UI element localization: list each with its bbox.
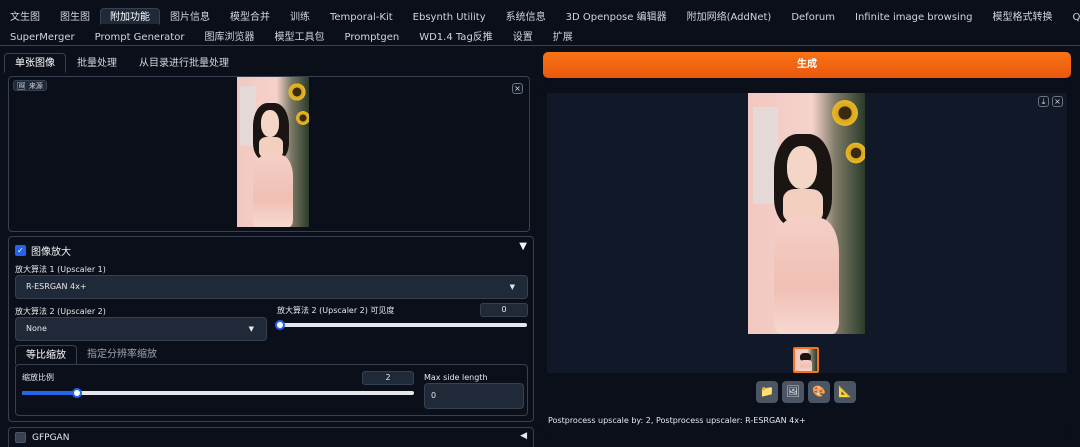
tab-main-6[interactable]: Temporal-Kit <box>320 8 403 25</box>
postprocess-info-text: Postprocess upscale by: 2, Postprocess u… <box>548 416 806 425</box>
output-panel: ⤓ × 📁 🖼 🎨 📐 Postprocess upscale by: 2, P… <box>543 87 1071 433</box>
output-gallery: ⤓ × <box>547 93 1067 373</box>
tab-main-5[interactable]: 训练 <box>280 8 320 25</box>
extras-input-panel: 单张图像 批量处理 从目录进行批量处理 🖼 来源 × ✓ 图像放大 ▼ 放大算法… <box>4 50 534 447</box>
tab-ext-3[interactable]: 模型工具包 <box>264 28 334 45</box>
palette-icon[interactable]: 🎨 <box>808 381 830 403</box>
upscaler2-value: None <box>26 324 47 333</box>
upscaler2-select[interactable]: None ▼ <box>15 317 267 341</box>
clear-source-button[interactable]: × <box>512 83 523 94</box>
folder-icon[interactable]: 📁 <box>756 381 778 403</box>
max-side-length-input[interactable]: 0 <box>424 383 524 409</box>
image-mode-tabs: 单张图像 批量处理 从目录进行批量处理 <box>4 53 240 73</box>
resize-mode-tabs: 等比缩放 指定分辨率缩放 <box>15 345 167 365</box>
tab-main-10[interactable]: 附加网络(AddNet) <box>677 8 782 25</box>
tab-scale-to[interactable]: 指定分辨率缩放 <box>77 345 167 365</box>
slider-handle[interactable] <box>275 320 285 330</box>
visibility-number-input[interactable]: 0 <box>480 303 528 317</box>
tab-ext-0[interactable]: SuperMerger <box>0 28 85 45</box>
tab-main-2[interactable]: 附加功能 <box>100 8 160 25</box>
tab-ext-7[interactable]: 扩展 <box>543 28 583 45</box>
source-image-panel[interactable]: 🖼 来源 × <box>8 76 530 232</box>
tab-main-13[interactable]: 模型格式转换 <box>983 8 1063 25</box>
tab-batch-from-directory[interactable]: 从目录进行批量处理 <box>128 53 240 73</box>
scale-label: 缩放比例 <box>22 373 54 382</box>
tab-main-9[interactable]: 3D Openpose 编辑器 <box>556 8 677 25</box>
tab-main-0[interactable]: 文生图 <box>0 8 50 25</box>
visibility-label: 放大算法 2 (Upscaler 2) 可见度 <box>277 306 395 315</box>
upscaler1-label: 放大算法 1 (Upscaler 1) <box>15 265 106 274</box>
source-label: 来源 <box>28 81 43 90</box>
top-tab-bar-row2: SuperMerger Prompt Generator 图库浏览器 模型工具包 Pro… <box>0 28 1080 45</box>
scale-slider[interactable] <box>22 388 414 398</box>
tab-main-7[interactable]: Ebsynth Utility <box>403 8 496 25</box>
source-label-chip: 🖼 来源 <box>13 80 47 91</box>
upscale-enable-checkbox[interactable]: ✓ <box>15 245 26 256</box>
source-image <box>237 77 309 227</box>
upscaler2-label: 放大算法 2 (Upscaler 2) <box>15 307 106 316</box>
upscaler1-value: R-ESRGAN 4x+ <box>26 282 87 291</box>
scale-by-panel: 缩放比例 2 Max side length 0 <box>15 364 528 416</box>
slider-fill <box>22 391 77 395</box>
output-thumbnail[interactable] <box>793 347 819 373</box>
generate-button[interactable]: 生成 <box>543 52 1071 78</box>
image-icon: 🖼 <box>17 81 26 90</box>
visibility-slider[interactable] <box>275 320 527 330</box>
slider-handle[interactable] <box>71 388 82 398</box>
upscale-section-title: 图像放大 <box>31 247 71 258</box>
tab-ext-5[interactable]: WD1.4 Tag反推 <box>409 28 503 45</box>
collapse-arrow-icon[interactable]: ▼ <box>519 241 527 252</box>
upscale-section: ✓ 图像放大 ▼ 放大算法 1 (Upscaler 1) R-ESRGAN 4x… <box>8 236 534 422</box>
dropdown-arrow-icon: ▼ <box>248 325 254 333</box>
expand-arrow-icon[interactable]: ◀ <box>520 431 527 441</box>
tab-main-1[interactable]: 图生图 <box>50 8 100 25</box>
tab-batch-process[interactable]: 批量处理 <box>66 53 128 73</box>
tab-ext-4[interactable]: Promptgen <box>334 28 409 45</box>
ruler-icon[interactable]: 📐 <box>834 381 856 403</box>
tab-main-11[interactable]: Deforum <box>781 8 845 25</box>
gfpgan-section: GFPGAN ◀ <box>8 427 534 447</box>
tab-divider <box>0 45 1080 46</box>
scale-number-input[interactable]: 2 <box>362 371 414 385</box>
send-to-img2img-icon[interactable]: 🖼 <box>782 381 804 403</box>
tab-main-8[interactable]: 系统信息 <box>496 8 556 25</box>
output-image[interactable] <box>748 93 865 334</box>
gfpgan-enable-checkbox[interactable] <box>15 432 26 443</box>
tab-ext-2[interactable]: 图库浏览器 <box>194 28 264 45</box>
max-side-length-label: Max side length <box>424 373 488 382</box>
gfpgan-label: GFPGAN <box>32 432 70 443</box>
tab-ext-6[interactable]: 设置 <box>503 28 543 45</box>
close-icon[interactable]: × <box>1052 96 1063 107</box>
tab-main-12[interactable]: Infinite image browsing <box>845 8 983 25</box>
dropdown-arrow-icon: ▼ <box>509 283 515 291</box>
tab-scale-by[interactable]: 等比缩放 <box>15 345 77 365</box>
tab-main-4[interactable]: 模型合并 <box>220 8 280 25</box>
tab-single-image[interactable]: 单张图像 <box>4 53 66 73</box>
tab-main-3[interactable]: 图片信息 <box>160 8 220 25</box>
top-tab-bar-row1: 文生图 图生图 附加功能 图片信息 模型合并 训练 Temporal-Kit Ebsynth … <box>0 8 1080 25</box>
tab-ext-1[interactable]: Prompt Generator <box>85 28 195 45</box>
upscaler1-select[interactable]: R-ESRGAN 4x+ ▼ <box>15 275 528 299</box>
download-icon[interactable]: ⤓ <box>1038 96 1049 107</box>
tab-main-14[interactable]: QR Toolkit <box>1063 8 1080 25</box>
